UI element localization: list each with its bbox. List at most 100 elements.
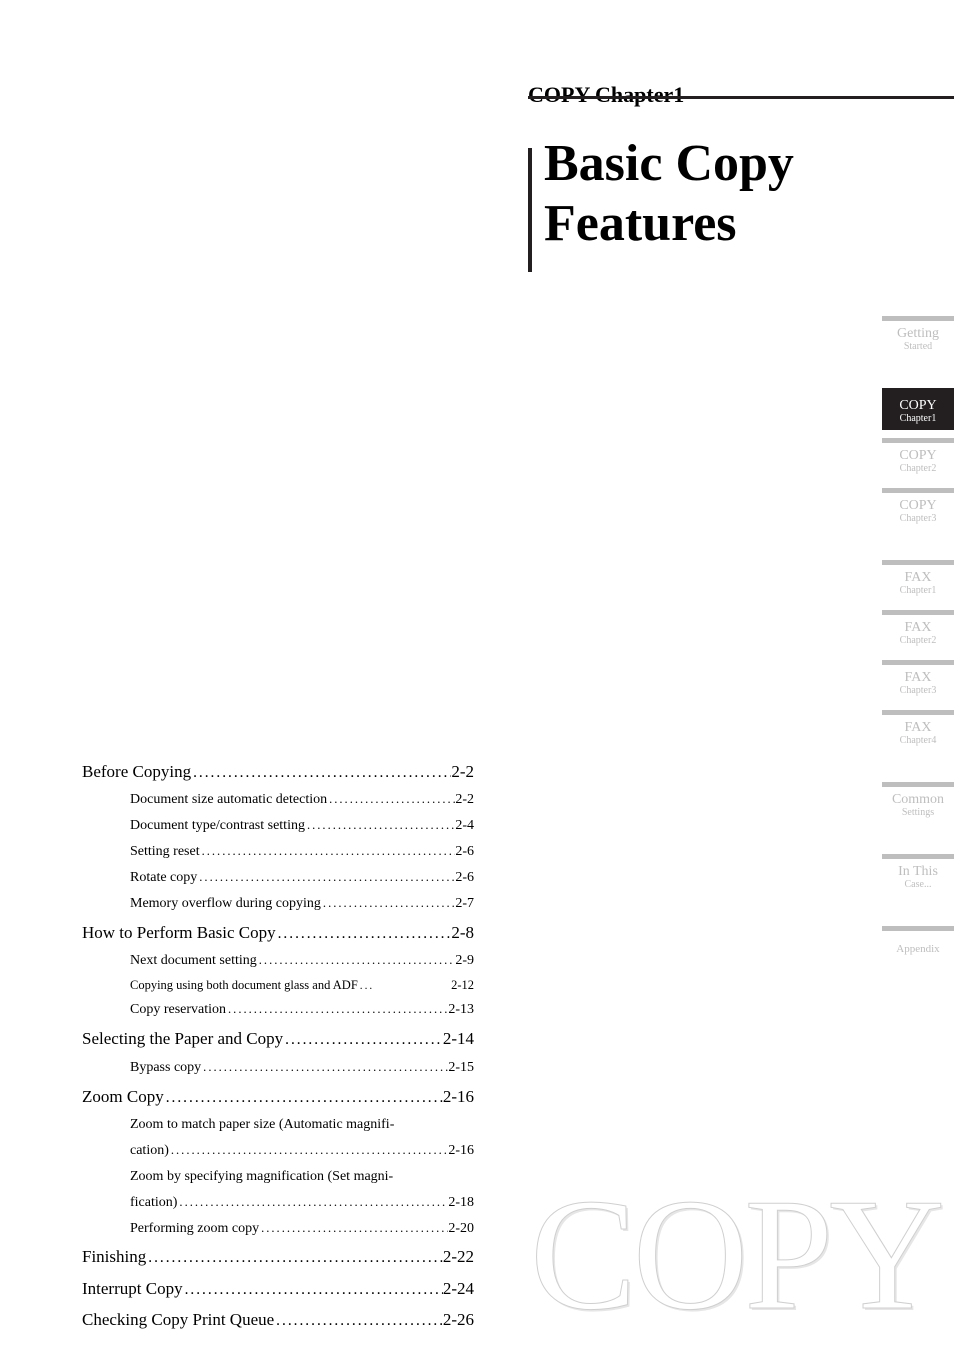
toc-page: 2-13 xyxy=(448,997,474,1023)
tab-label-line2: Chapter3 xyxy=(900,686,937,697)
toc-page: 2-9 xyxy=(455,948,474,974)
tab-getting-started[interactable]: GettingStarted xyxy=(882,316,954,358)
toc-page: 2-14 xyxy=(443,1023,474,1054)
toc-leader: ........................................… xyxy=(146,1244,443,1272)
toc-entry-cont[interactable]: fication)...............................… xyxy=(82,1190,474,1216)
tab-label-line1: FAX xyxy=(905,671,932,686)
toc-leader: ........................................… xyxy=(305,814,455,837)
toc-page: 2-18 xyxy=(448,1190,474,1216)
toc-entry[interactable]: Interrupt Copy..........................… xyxy=(82,1273,474,1304)
toc-page: 2-6 xyxy=(455,839,474,865)
chapter-label: COPY Chapter1 xyxy=(528,82,684,108)
page-title: Basic Copy Features xyxy=(544,134,794,254)
toc-label: Document type/contrast setting xyxy=(130,813,305,839)
toc-entry[interactable]: Copying using both document glass and AD… xyxy=(82,974,474,997)
toc-entry[interactable]: Copy reservation........................… xyxy=(82,997,474,1023)
toc-leader: ........................................… xyxy=(183,1276,443,1304)
toc-label: Zoom Copy xyxy=(82,1081,164,1112)
header-rule xyxy=(528,96,954,99)
tab-fax-ch1[interactable]: FAXChapter1 xyxy=(882,560,954,602)
toc-entry[interactable]: Setting reset...........................… xyxy=(82,839,474,865)
tab-label-line2: Chapter4 xyxy=(900,736,937,747)
toc-leader: ... xyxy=(358,976,451,997)
toc-page: 2-8 xyxy=(451,917,474,948)
tab-label-line2: Case... xyxy=(905,880,932,891)
toc-entry[interactable]: Rotate copy.............................… xyxy=(82,865,474,891)
toc-page: 2-22 xyxy=(443,1241,474,1272)
toc-label: Performing zoom copy xyxy=(130,1216,259,1242)
toc-entry[interactable]: Checking Copy Print Queue...............… xyxy=(82,1304,474,1335)
tab-fax-ch3[interactable]: FAXChapter3 xyxy=(882,660,954,702)
toc-leader: ........................................… xyxy=(191,759,451,787)
tab-common-settings[interactable]: CommonSettings xyxy=(882,782,954,824)
copy-watermark: COPY xyxy=(530,1162,941,1347)
toc-label: Rotate copy xyxy=(130,865,197,891)
toc-entry[interactable]: Document type/contrast setting..........… xyxy=(82,813,474,839)
toc-leader: ........................................… xyxy=(321,892,455,915)
toc-label: Bypass copy xyxy=(130,1055,201,1081)
tab-copy-ch1[interactable]: COPYChapter1 xyxy=(882,388,954,430)
toc-label: Checking Copy Print Queue xyxy=(82,1304,274,1335)
side-tabs: GettingStartedCOPYChapter1COPYChapter2CO… xyxy=(882,316,954,998)
tab-label-line1: Common xyxy=(892,793,944,808)
toc-leader: ........................................… xyxy=(169,1139,448,1162)
toc-leader: ........................................… xyxy=(201,1056,448,1079)
toc-entry[interactable]: Before Copying..........................… xyxy=(82,756,474,787)
tab-label-line1: COPY xyxy=(899,499,936,514)
toc-entry[interactable]: How to Perform Basic Copy...............… xyxy=(82,917,474,948)
tab-label-line2: Settings xyxy=(902,808,934,819)
toc-page: 2-2 xyxy=(455,787,474,813)
toc-label: Copying using both document glass and AD… xyxy=(130,974,358,997)
toc-page: 2-20 xyxy=(448,1216,474,1242)
tab-fax-ch4[interactable]: FAXChapter4 xyxy=(882,710,954,752)
toc-label: Selecting the Paper and Copy xyxy=(82,1023,283,1054)
toc-leader: ........................................… xyxy=(200,840,456,863)
toc-label: fication) xyxy=(130,1190,177,1216)
tab-in-this-case[interactable]: In ThisCase... xyxy=(882,854,954,896)
tab-label-line2: Chapter2 xyxy=(900,636,937,647)
toc-label: Memory overflow during copying xyxy=(130,891,321,917)
toc-entry[interactable]: Document size automatic detection.......… xyxy=(82,787,474,813)
toc-label: Setting reset xyxy=(130,839,200,865)
toc-page: 2-16 xyxy=(443,1081,474,1112)
toc-entry[interactable]: Zoom Copy...............................… xyxy=(82,1081,474,1112)
toc-leader: ........................................… xyxy=(177,1191,448,1214)
tab-label-line1: Appendix xyxy=(896,944,939,956)
toc-label: cation) xyxy=(130,1138,169,1164)
tab-label-line2: Chapter2 xyxy=(900,464,937,475)
toc-entry-cont[interactable]: cation).................................… xyxy=(82,1138,474,1164)
toc-entry[interactable]: Memory overflow during copying..........… xyxy=(82,891,474,917)
tab-label-line1: COPY xyxy=(899,449,936,464)
toc-page: 2-2 xyxy=(451,756,474,787)
tab-copy-ch2[interactable]: COPYChapter2 xyxy=(882,438,954,480)
tab-label-line1: COPY xyxy=(899,399,936,414)
toc-label: Before Copying xyxy=(82,756,191,787)
toc-entry[interactable]: Finishing...............................… xyxy=(82,1241,474,1272)
tab-label-line2: Chapter3 xyxy=(900,514,937,525)
tab-label-line1: Getting xyxy=(897,327,939,342)
tab-label-line1: FAX xyxy=(905,621,932,636)
toc-leader: ........................................… xyxy=(276,920,452,948)
toc-entry[interactable]: Selecting the Paper and Copy............… xyxy=(82,1023,474,1054)
toc-label: Zoom by specifying magnification (Set ma… xyxy=(130,1164,393,1190)
tab-label-line1: FAX xyxy=(905,721,932,736)
tab-copy-ch3[interactable]: COPYChapter3 xyxy=(882,488,954,530)
toc-page: 2-7 xyxy=(455,891,474,917)
tab-fax-ch2[interactable]: FAXChapter2 xyxy=(882,610,954,652)
toc-label: Next document setting xyxy=(130,948,257,974)
toc-leader: ........................................… xyxy=(327,788,455,811)
toc-entry[interactable]: Zoom to match paper size (Automatic magn… xyxy=(82,1112,474,1138)
tab-appendix[interactable]: Appendix xyxy=(882,926,954,968)
tab-label-line2: Started xyxy=(904,342,932,353)
toc-entry[interactable]: Bypass copy.............................… xyxy=(82,1055,474,1081)
tab-label-line2: Chapter1 xyxy=(900,586,937,597)
title-line-1: Basic Copy xyxy=(544,135,794,192)
toc-leader: ........................................… xyxy=(274,1307,443,1335)
toc-entry[interactable]: Zoom by specifying magnification (Set ma… xyxy=(82,1164,474,1190)
toc-entry[interactable]: Next document setting...................… xyxy=(82,948,474,974)
title-rule xyxy=(528,148,532,272)
toc-page: 2-24 xyxy=(443,1273,474,1304)
toc-entry[interactable]: Performing zoom copy....................… xyxy=(82,1216,474,1242)
toc-label: Interrupt Copy xyxy=(82,1273,183,1304)
toc-leader: ........................................… xyxy=(164,1084,443,1112)
